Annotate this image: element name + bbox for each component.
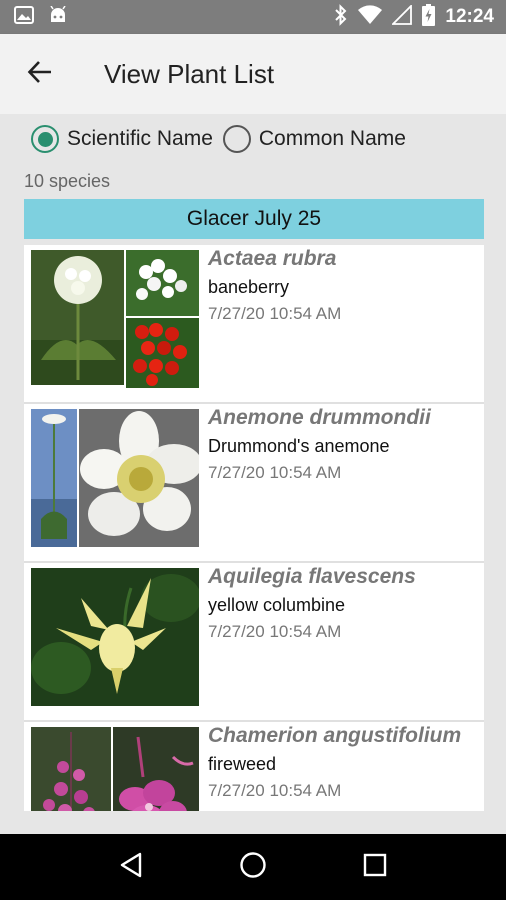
scientific-name: Chamerion angustifolium (208, 724, 462, 747)
recents-square-icon (363, 853, 387, 882)
status-bar: 12:24 (0, 0, 506, 34)
plant-thumbnail (31, 568, 199, 706)
back-triangle-icon (119, 852, 143, 883)
battery-charging-icon (422, 3, 436, 31)
nav-recents-button[interactable] (350, 842, 400, 892)
radio-label: Common Name (258, 127, 406, 150)
bluetooth-icon (334, 3, 348, 31)
list-item[interactable]: Anemone drummondii Drummond's anemone 7/… (24, 404, 484, 563)
page-title: View Plant List (104, 58, 275, 89)
timestamp: 7/27/20 10:54 AM (208, 781, 342, 800)
status-time: 12:24 (445, 6, 494, 27)
signal-icon (391, 3, 413, 30)
wifi-icon (358, 4, 383, 30)
radio-checked-icon (31, 125, 59, 153)
back-button[interactable] (20, 54, 60, 94)
timestamp: 7/27/20 10:54 AM (208, 463, 342, 482)
plant-thumbnail (31, 727, 199, 811)
common-name: fireweed (208, 754, 277, 774)
arrow-back-icon (27, 59, 53, 90)
scientific-name: Anemone drummondii (208, 406, 431, 429)
radio-scientific-name[interactable]: Scientific Name (31, 125, 213, 153)
nav-bar (0, 834, 506, 900)
list-item[interactable]: Actaea rubra baneberry 7/27/20 10:54 AM (24, 245, 484, 404)
plant-thumbnail (31, 409, 199, 547)
plant-info: Actaea rubra baneberry 7/27/20 10:54 AM (199, 245, 341, 402)
home-circle-icon (239, 851, 267, 884)
common-name: yellow columbine (208, 595, 346, 615)
plant-list[interactable]: Actaea rubra baneberry 7/27/20 10:54 AM (24, 245, 484, 811)
scientific-name: Aquilegia flavescens (208, 565, 416, 588)
app-bar: View Plant List (0, 34, 506, 114)
content-area: Scientific Name Common Name 10 species G… (0, 114, 506, 834)
name-toggle: Scientific Name Common Name (0, 114, 506, 164)
timestamp: 7/27/20 10:54 AM (208, 304, 342, 323)
list-item[interactable]: Chamerion angustifolium fireweed 7/27/20… (24, 722, 484, 811)
species-count: 10 species (24, 171, 111, 191)
list-header: Glacer July 25 (24, 199, 484, 239)
nav-back-button[interactable] (106, 842, 156, 892)
nav-home-button[interactable] (228, 842, 278, 892)
list-item[interactable]: Aquilegia flavescens yellow columbine 7/… (24, 563, 484, 722)
timestamp: 7/27/20 10:54 AM (208, 622, 342, 641)
plant-thumbnail (31, 250, 199, 388)
radio-unchecked-icon (222, 125, 251, 153)
scientific-name: Actaea rubra (208, 247, 337, 270)
radio-common-name[interactable]: Common Name (222, 125, 406, 153)
plant-info: Aquilegia flavescens yellow columbine 7/… (199, 563, 416, 720)
plant-info: Anemone drummondii Drummond's anemone 7/… (199, 404, 431, 561)
common-name: Drummond's anemone (208, 436, 390, 456)
plant-info: Chamerion angustifolium fireweed 7/27/20… (199, 722, 461, 811)
common-name: baneberry (208, 277, 290, 297)
image-icon (14, 5, 34, 29)
android-icon (48, 5, 68, 29)
radio-label: Scientific Name (67, 127, 213, 150)
